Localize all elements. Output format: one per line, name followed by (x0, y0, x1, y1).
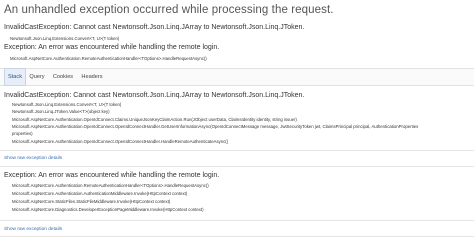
divider (0, 150, 474, 151)
stack-frame[interactable]: Microsoft.AspNetCore.Authentication.Open… (12, 139, 228, 144)
stack-exception-message[interactable]: InvalidCastException: Cannot cast Newton… (4, 92, 304, 99)
stack-frame[interactable]: Microsoft.AspNetCore.StaticFiles.StaticF… (12, 199, 170, 204)
divider (0, 236, 474, 237)
stack-frame[interactable]: Microsoft.AspNetCore.Diagnostics.Develop… (12, 207, 204, 212)
stack-frame[interactable]: Microsoft.AspNetCore.Authentication.Remo… (12, 183, 209, 188)
exception-location: Newtonsoft.Json.Linq.Extensions.Convert<… (10, 36, 120, 41)
stack-frame[interactable]: Newtonsoft.Json.Linq.Extensions.Convert<… (12, 102, 121, 107)
tab-cookies[interactable]: Cookies (50, 69, 76, 85)
tab-headers[interactable]: Headers (79, 69, 105, 85)
divider (0, 220, 474, 221)
page-title: An unhandled exception occurred while pr… (4, 4, 334, 16)
stack-exception-message[interactable]: Exception: An error was encountered whil… (4, 172, 219, 179)
stack-frame[interactable]: Newtonsoft.Json.Linq.JToken.Value<T>(obj… (12, 109, 110, 114)
stack-frame[interactable]: Microsoft.AspNetCore.Authentication.Open… (12, 117, 297, 122)
exception-message: InvalidCastException: Cannot cast Newton… (4, 24, 305, 31)
tab-bar: Stack Query Cookies Headers (0, 68, 474, 86)
exception-location: Microsoft.AspNetCore.Authentication.Remo… (10, 56, 207, 61)
tab-stack[interactable]: Stack (4, 68, 26, 86)
show-raw-exception-link[interactable]: Show raw exception details (4, 227, 62, 232)
exception-message: Exception: An error was encountered whil… (4, 44, 220, 51)
tab-query[interactable]: Query (27, 69, 47, 85)
stack-frame[interactable]: Microsoft.AspNetCore.Authentication.Auth… (12, 191, 187, 196)
stack-frame-continuation: properties) (12, 131, 33, 136)
show-raw-exception-link[interactable]: Show raw exception details (4, 156, 62, 161)
stack-frame[interactable]: Microsoft.AspNetCore.Authentication.Open… (12, 124, 418, 129)
divider (0, 166, 474, 167)
